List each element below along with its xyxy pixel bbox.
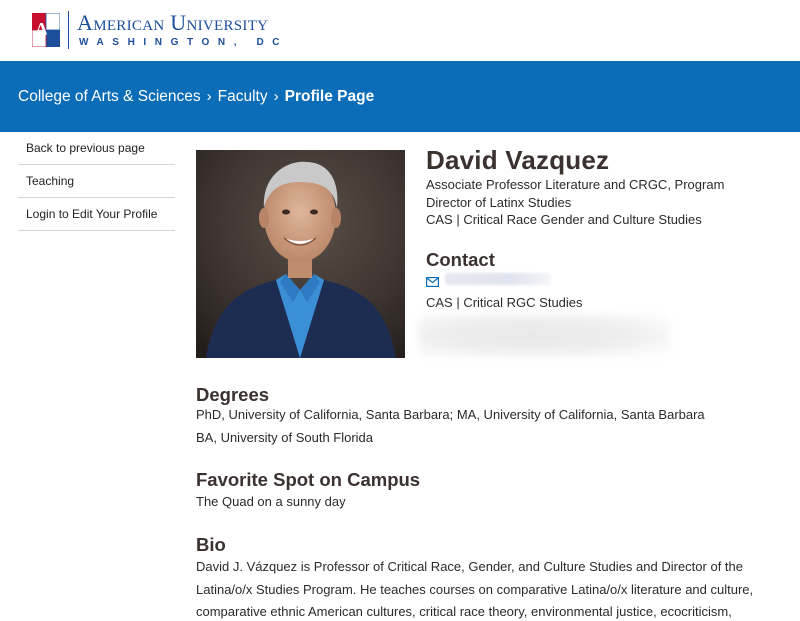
profile-titles: Associate Professor Literature and CRGC,… (426, 176, 766, 229)
breadcrumb-college[interactable]: College of Arts & Sciences (18, 88, 201, 106)
contact-heading: Contact (426, 249, 495, 270)
profile-department: CAS | Critical Race Gender and Culture S… (426, 212, 702, 227)
svg-text:U: U (45, 28, 57, 45)
contact-email[interactable] (426, 272, 551, 288)
favorite-spot-heading: Favorite Spot on Campus (196, 469, 421, 490)
contact-redacted-block (418, 313, 670, 357)
side-nav-back[interactable]: Back to previous page (18, 132, 175, 165)
site-header: A U American University WASHINGTON, DC (0, 0, 800, 61)
degrees-line: BA, University of South Florida (196, 430, 374, 445)
bio-text: David J. Vázquez is Professor of Critica… (196, 559, 754, 619)
breadcrumb-current: Profile Page (284, 87, 375, 105)
university-logo[interactable]: A U American University WASHINGTON, DC (32, 10, 289, 49)
email-redacted (445, 273, 551, 285)
side-nav: Back to previous page Teaching Login to … (18, 132, 175, 231)
chevron-right-icon: › (206, 88, 212, 105)
logo-text: American University WASHINGTON, DC (77, 10, 289, 49)
profile-title: Associate Professor Literature and CRGC,… (426, 177, 725, 210)
degrees-heading: Degrees (196, 384, 270, 405)
au-logo-mark: A U (32, 13, 60, 47)
chevron-right-icon: › (273, 88, 279, 105)
university-name: American University (77, 10, 269, 35)
degrees-line: PhD, University of California, Santa Bar… (196, 407, 705, 422)
logo-divider (68, 11, 69, 49)
contact-department: CAS | Critical RGC Studies (426, 295, 583, 310)
breadcrumb-faculty[interactable]: Faculty (218, 88, 268, 106)
profile-photo (196, 150, 405, 358)
bio-heading: Bio (196, 534, 226, 555)
profile-name: David Vazquez (426, 145, 610, 175)
envelope-icon (426, 274, 440, 288)
side-nav-login[interactable]: Login to Edit Your Profile (18, 198, 175, 231)
favorite-spot-text: The Quad on a sunny day (196, 494, 346, 509)
breadcrumb: College of Arts & Sciences › Faculty › P… (0, 61, 800, 132)
university-location: WASHINGTON, DC (79, 37, 289, 48)
side-nav-teaching[interactable]: Teaching (18, 165, 175, 198)
